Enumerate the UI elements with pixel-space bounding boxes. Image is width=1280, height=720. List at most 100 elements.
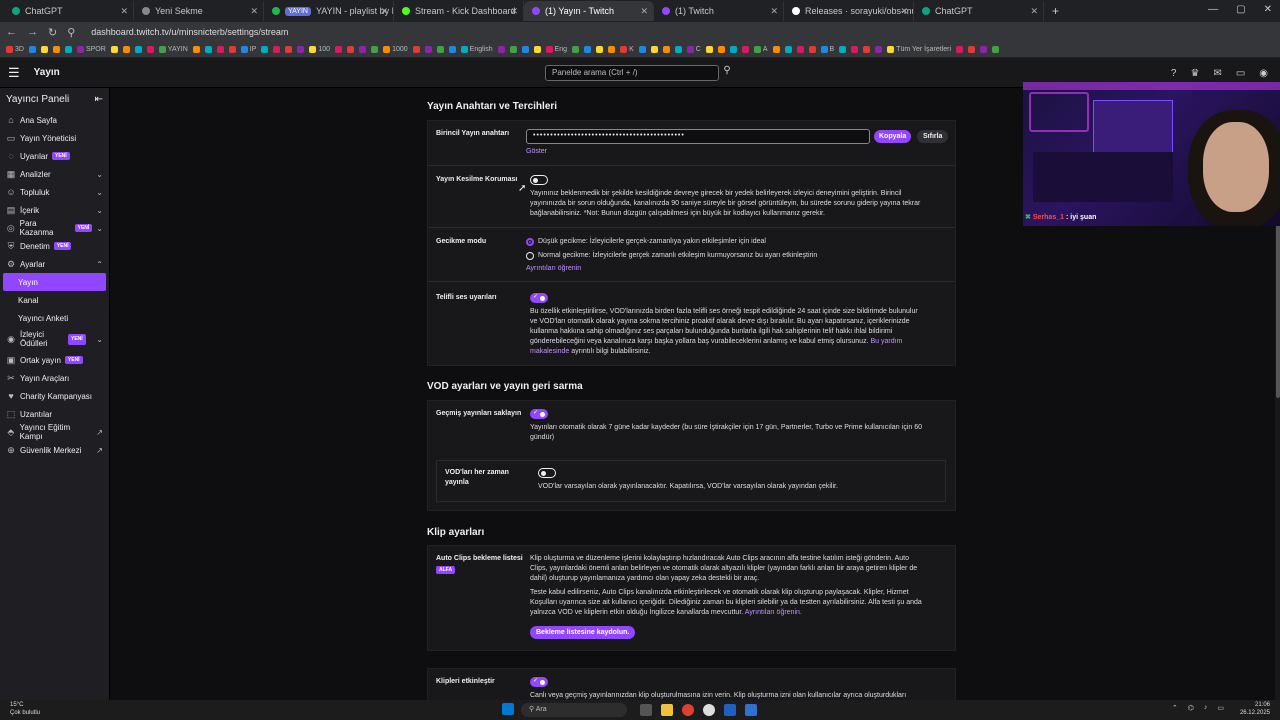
bookmark-item[interactable]: YAYIN: [158, 46, 188, 53]
bookmark-item[interactable]: Tüm Yer İşaretleri: [887, 46, 951, 53]
bookmark-favicon-icon[interactable]: [717, 46, 725, 53]
sidebar-item[interactable]: ✂ Yayın Araçları: [0, 369, 109, 387]
latency-low-radio[interactable]: [526, 238, 534, 246]
enable-clips-toggle[interactable]: [530, 677, 548, 687]
app-icon[interactable]: [745, 704, 757, 716]
bookmark-favicon-icon[interactable]: [412, 46, 420, 53]
sidebar-item[interactable]: ◎ Para Kazanma YENİ ⌄: [0, 219, 109, 237]
bookmark-favicon-icon[interactable]: [146, 46, 154, 53]
browser-tab[interactable]: (1) Yayın - Twitch ✕: [524, 1, 654, 21]
bookmark-favicon-icon[interactable]: [638, 46, 646, 53]
obs-icon[interactable]: [703, 704, 715, 716]
crown-icon[interactable]: ♛: [1190, 68, 1199, 79]
tab-close-icon[interactable]: ✕: [1030, 6, 1038, 17]
tab-close-icon[interactable]: ✕: [510, 6, 518, 17]
reset-button[interactable]: Sıfırla: [917, 130, 949, 143]
help-article-link-2[interactable]: makalesinde: [530, 348, 569, 355]
tab-close-icon[interactable]: ✕: [250, 6, 258, 17]
bookmark-favicon-icon[interactable]: [608, 46, 616, 53]
inbox-icon[interactable]: ✉: [1213, 68, 1221, 79]
bookmark-item[interactable]: A: [753, 46, 768, 53]
latency-learn-more-link[interactable]: Ayrıntıları öğrenin: [526, 265, 581, 272]
taskbar-search[interactable]: ⚲ Ara: [521, 703, 627, 717]
copy-button[interactable]: Kopyala: [874, 130, 912, 143]
bookmark-favicon-icon[interactable]: [521, 46, 529, 53]
bookmark-favicon-icon[interactable]: [28, 46, 36, 53]
bookmark-favicon-icon[interactable]: [228, 46, 236, 53]
store-broadcasts-toggle[interactable]: [530, 409, 548, 419]
sidebar-item[interactable]: ⬚ Uzantılar: [0, 405, 109, 423]
start-icon[interactable]: [502, 703, 514, 715]
latency-normal-radio[interactable]: [526, 252, 534, 260]
bookmark-favicon-icon[interactable]: [509, 46, 517, 53]
latency-low-text[interactable]: Düşük gecikme: İzleyicilerle gerçek-zama…: [538, 237, 766, 247]
sidebar-item[interactable]: ▤ İçerik ⌄: [0, 201, 109, 219]
bookmark-favicon-icon[interactable]: [662, 46, 670, 53]
dashboard-search-input[interactable]: Panelde arama (Ctrl + /): [545, 65, 719, 81]
bookmark-favicon-icon[interactable]: [297, 46, 305, 53]
sidebar-item[interactable]: ⬘ Yayıncı Eğitim Kampı ↗: [0, 423, 109, 441]
browser-tab[interactable]: ChatGPT ✕: [914, 1, 1044, 21]
bookmark-item[interactable]: SPOR: [76, 46, 106, 53]
bookmark-favicon-icon[interactable]: [52, 46, 60, 53]
help-article-link[interactable]: Bu yardım: [870, 338, 902, 345]
tab-close-icon[interactable]: ✕: [380, 6, 388, 17]
bookmark-favicon-icon[interactable]: [705, 46, 713, 53]
weather-widget[interactable]: 15°C Çok bulutlu: [10, 701, 40, 717]
sidebar-item[interactable]: ☺ Topluluk ⌄: [0, 183, 109, 201]
copyright-toggle[interactable]: [530, 293, 548, 303]
bookmark-favicon-icon[interactable]: [572, 46, 580, 53]
sidebar-item[interactable]: ▭ Yayın Yöneticisi: [0, 129, 109, 147]
bookmark-item[interactable]: IP: [240, 46, 256, 53]
chevron-icon[interactable]: ⌄: [96, 224, 103, 233]
bookmark-favicon-icon[interactable]: [956, 46, 964, 53]
bookmark-favicon-icon[interactable]: [875, 46, 883, 53]
bookmark-favicon-icon[interactable]: [285, 46, 293, 53]
bookmark-favicon-icon[interactable]: [584, 46, 592, 53]
tab-close-icon[interactable]: ✕: [770, 6, 778, 17]
bookmark-favicon-icon[interactable]: [992, 46, 1000, 53]
sidebar-item[interactable]: ◌ Uyarılar YENİ: [0, 147, 109, 165]
publish-vods-toggle[interactable]: [538, 468, 556, 478]
file-explorer-icon[interactable]: [661, 704, 673, 716]
url-text[interactable]: dashboard.twitch.tv/u/minsnicterb/settin…: [91, 27, 288, 37]
forward-icon[interactable]: →: [27, 26, 38, 38]
chevron-icon[interactable]: ⌃: [96, 260, 103, 269]
sidebar-item[interactable]: Yayıncı Anketi: [0, 309, 109, 327]
task-view-icon[interactable]: [640, 704, 652, 716]
bookmark-favicon-icon[interactable]: [674, 46, 682, 53]
collapse-icon[interactable]: ⇤: [95, 94, 103, 105]
bookmark-favicon-icon[interactable]: [980, 46, 988, 53]
site-info-icon[interactable]: ⚲: [67, 26, 75, 39]
minimize-icon[interactable]: —: [1208, 4, 1218, 15]
bookmark-favicon-icon[interactable]: [772, 46, 780, 53]
bookmark-favicon-icon[interactable]: [650, 46, 658, 53]
menu-icon[interactable]: ☰: [8, 65, 20, 81]
browser-tab[interactable]: (1) Twitch ✕: [654, 1, 784, 21]
bookmark-favicon-icon[interactable]: [216, 46, 224, 53]
chrome-icon[interactable]: [682, 704, 694, 716]
bookmark-favicon-icon[interactable]: [796, 46, 804, 53]
bookmark-favicon-icon[interactable]: [808, 46, 816, 53]
tab-close-icon[interactable]: ✕: [120, 6, 128, 17]
bookmark-favicon-icon[interactable]: [261, 46, 269, 53]
bookmark-item[interactable]: 100: [309, 46, 330, 53]
search-icon[interactable]: ⚲: [720, 65, 734, 81]
avatar[interactable]: ◉: [1259, 68, 1268, 79]
bookmark-favicon-icon[interactable]: [851, 46, 859, 53]
bookmark-favicon-icon[interactable]: [335, 46, 343, 53]
clock[interactable]: 21:06 26.12.2025: [1240, 701, 1270, 717]
sidebar-item[interactable]: Kanal: [0, 291, 109, 309]
bookmark-favicon-icon[interactable]: [436, 46, 444, 53]
latency-normal-text[interactable]: Normal gecikme: İzleyicilerle gerçek zam…: [538, 251, 817, 261]
maximize-icon[interactable]: ▢: [1236, 4, 1245, 15]
vscode-icon[interactable]: [724, 704, 736, 716]
bookmark-favicon-icon[interactable]: [741, 46, 749, 53]
bookmark-favicon-icon[interactable]: [347, 46, 355, 53]
bookmark-favicon-icon[interactable]: [533, 46, 541, 53]
tab-close-icon[interactable]: ✕: [900, 6, 908, 17]
bookmark-favicon-icon[interactable]: [122, 46, 130, 53]
network-icon[interactable]: ⌬: [1188, 704, 1194, 712]
browser-tab[interactable]: ChatGPT ✕: [4, 1, 134, 21]
browser-tab[interactable]: Stream - Kick Dashboard ✕: [394, 1, 524, 21]
